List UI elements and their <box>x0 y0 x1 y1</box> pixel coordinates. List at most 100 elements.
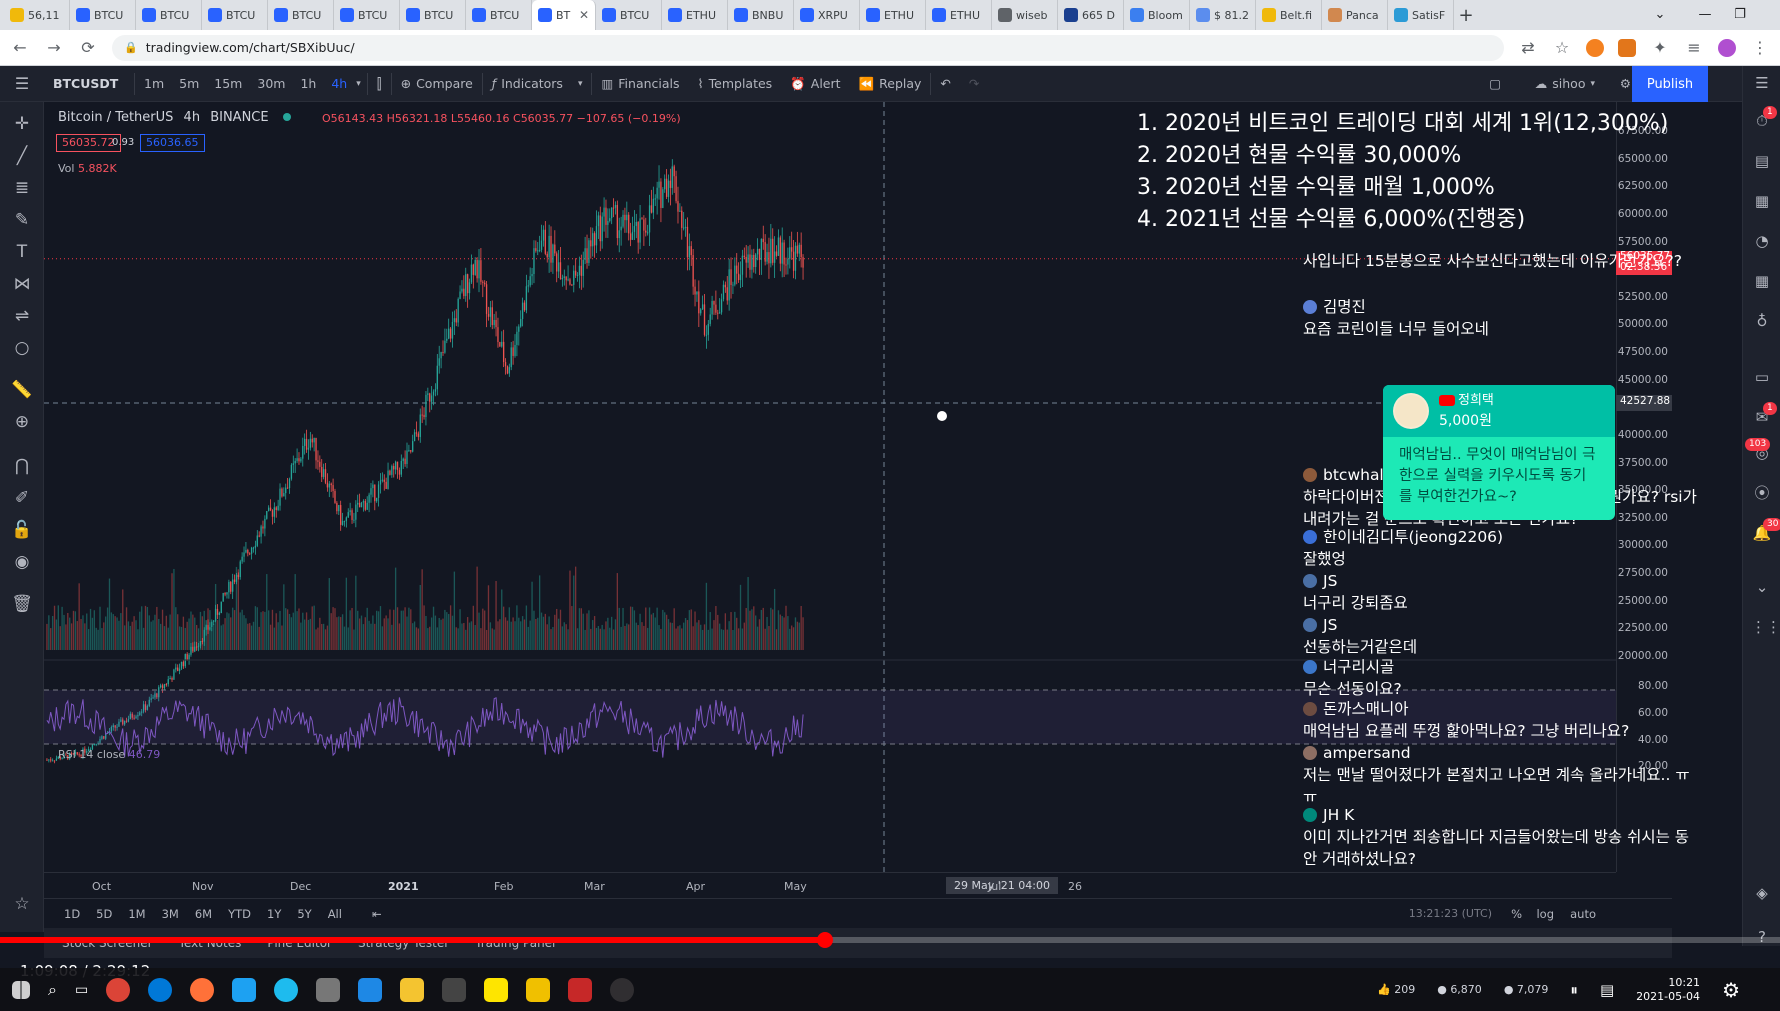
timeframe-5m[interactable]: 5m <box>174 76 204 91</box>
percent-toggle[interactable]: % <box>1511 907 1522 921</box>
browser-tab[interactable]: BTCU <box>466 0 532 30</box>
range-5y[interactable]: 5Y <box>297 907 311 921</box>
magnet-icon[interactable]: ⋂ <box>10 454 34 478</box>
browser-tab[interactable]: ETHU <box>926 0 992 30</box>
prediction-icon[interactable]: ⇌ <box>10 304 34 328</box>
browser-tab[interactable]: wiseb <box>992 0 1058 30</box>
browser-tab[interactable]: 665 D <box>1058 0 1124 30</box>
fib-icon[interactable]: ≣ <box>10 176 34 200</box>
undo-icon[interactable]: ↶ <box>931 66 959 102</box>
templates-button[interactable]: ⌇ Templates <box>689 66 782 102</box>
indicators-button[interactable]: ƒ Indicators ▾ <box>483 66 592 102</box>
chevron-icon[interactable]: ⌄ <box>1751 576 1773 598</box>
search-icon[interactable]: ⌕ <box>48 980 57 1000</box>
range-1y[interactable]: 1Y <box>267 907 281 921</box>
browser-tab[interactable]: BNBU <box>728 0 794 30</box>
eye-icon[interactable]: ◉ <box>10 550 34 574</box>
url-input[interactable]: 🔒 tradingview.com/chart/SBXibUuc/ <box>112 34 1504 61</box>
ruler-icon[interactable]: 📏 <box>10 378 34 402</box>
menu-icon[interactable]: ☰ <box>0 66 44 102</box>
lock-drawing-icon[interactable]: ✐ <box>10 486 34 510</box>
browser-tab[interactable]: 56,11 <box>4 0 70 30</box>
browser-tab[interactable]: BTCU <box>202 0 268 30</box>
edge-app-icon[interactable] <box>148 977 173 1002</box>
subtitles-icon[interactable]: ▤ <box>1600 981 1614 999</box>
browser-tab[interactable]: BTCU <box>334 0 400 30</box>
data-window-icon[interactable]: ▤ <box>1751 150 1773 172</box>
like-icon[interactable]: 👍 209 <box>1377 983 1415 996</box>
shape-circle-icon[interactable]: ○ <box>10 336 34 360</box>
calculator-icon[interactable] <box>442 977 467 1002</box>
timeframe-4h[interactable]: 4h <box>326 76 352 91</box>
browser-tab[interactable]: Bloom <box>1124 0 1190 30</box>
browser-tab[interactable]: BTCU <box>400 0 466 30</box>
browser-tab[interactable]: Panca <box>1322 0 1388 30</box>
auto-toggle[interactable]: auto <box>1570 907 1596 921</box>
timeframe-15m[interactable]: 15m <box>209 76 247 91</box>
video-scrubber-handle[interactable] <box>817 932 834 948</box>
crosshair-icon[interactable]: ✛ <box>10 112 34 136</box>
browser-menu-icon[interactable]: ⋮ <box>1750 38 1770 57</box>
pause-toggle-icon[interactable]: ⏸ <box>1570 981 1578 999</box>
compare-button[interactable]: ⊕ Compare <box>392 66 482 102</box>
tab-close-icon[interactable]: ✕ <box>579 8 589 22</box>
goto-date-icon[interactable]: ⇤ <box>372 907 382 921</box>
favorite-star-icon[interactable]: ☆ <box>10 892 34 916</box>
obs-app-icon[interactable] <box>610 977 635 1002</box>
notes-app-icon[interactable] <box>526 977 551 1002</box>
back-icon[interactable]: ← <box>10 38 30 57</box>
candle-type-button[interactable]: ⫿ <box>368 66 391 102</box>
time-axis[interactable]: 29 May '21 04:00 Oct Nov Dec 2021 Feb Mar Apr M… <box>44 872 1616 900</box>
browser-tab[interactable]: ETHU <box>860 0 926 30</box>
browser-tab[interactable]: BTCU <box>596 0 662 30</box>
range-3m[interactable]: 3M <box>162 907 179 921</box>
browser-tab[interactable]: BT ✕ <box>532 0 596 30</box>
financials-button[interactable]: ▥ Financials <box>592 66 688 102</box>
redo-icon[interactable]: ↷ <box>960 66 988 102</box>
trash-icon[interactable]: 🗑 <box>10 592 34 616</box>
restore-icon[interactable]: ❐ <box>1718 0 1762 30</box>
range-1d[interactable]: 1D <box>64 907 80 921</box>
range-1m[interactable]: 1M <box>128 907 145 921</box>
timeframe-30m[interactable]: 30m <box>252 76 290 91</box>
chevron-down-icon[interactable]: ▾ <box>356 79 367 89</box>
user-layout-button[interactable]: ☁ sihoo ▾ <box>1526 66 1604 102</box>
replay-button[interactable]: ⏪ Replay <box>850 66 931 102</box>
tab-search-icon[interactable]: ⌄ <box>1638 0 1682 30</box>
chrome-app-icon[interactable] <box>106 977 131 1002</box>
buy-price-box[interactable]: 56036.65 <box>140 134 205 152</box>
chat-icon[interactable]: ▭ <box>1751 366 1773 388</box>
browser-tab[interactable]: BTCU <box>136 0 202 30</box>
bird-app-icon[interactable] <box>232 977 257 1002</box>
translate-icon[interactable]: ⇄ <box>1518 38 1538 57</box>
calendar-clock-icon[interactable]: ◔ <box>1751 230 1773 252</box>
coin-app-icon[interactable] <box>316 977 341 1002</box>
task-view-icon[interactable]: ▭ <box>75 982 88 998</box>
browser-tab[interactable]: BTCU <box>268 0 334 30</box>
drag-handle-icon[interactable]: ⋮⋮ <box>1751 616 1780 638</box>
browser-tab[interactable]: ETHU <box>662 0 728 30</box>
layers-icon[interactable]: ◈ <box>1751 882 1773 904</box>
app-icon[interactable] <box>358 977 383 1002</box>
layout-button[interactable]: ▢ <box>1480 66 1510 102</box>
firefox-app-icon[interactable] <box>190 977 215 1002</box>
red-app-icon[interactable] <box>568 977 593 1002</box>
timeframe-1m[interactable]: 1m <box>139 76 169 91</box>
sell-price-box[interactable]: 56035.72 <box>56 134 121 152</box>
utc-clock[interactable]: 13:21:23 (UTC) <box>1409 907 1492 920</box>
pattern-icon[interactable]: ⋈ <box>10 272 34 296</box>
file-explorer-icon[interactable] <box>400 977 425 1002</box>
browser-tab[interactable]: SatisF <box>1388 0 1454 30</box>
extensions-puzzle-icon[interactable]: ✦ <box>1650 38 1670 57</box>
broadcast-icon[interactable]: ⦿ <box>1751 482 1773 504</box>
watchlist-icon[interactable]: ☰ <box>1751 72 1773 94</box>
ie-app-icon[interactable] <box>274 977 299 1002</box>
reading-list-icon[interactable]: ≡ <box>1684 38 1704 57</box>
timeframe-1h[interactable]: 1h <box>295 76 321 91</box>
forward-icon[interactable]: → <box>44 38 64 57</box>
cloud-extension-icon[interactable] <box>1586 38 1604 57</box>
profile-avatar[interactable] <box>1718 38 1736 57</box>
kakaotalk-icon[interactable] <box>484 977 509 1002</box>
zoom-icon[interactable]: ⊕ <box>10 410 34 434</box>
bookmark-star-icon[interactable]: ☆ <box>1552 38 1572 57</box>
